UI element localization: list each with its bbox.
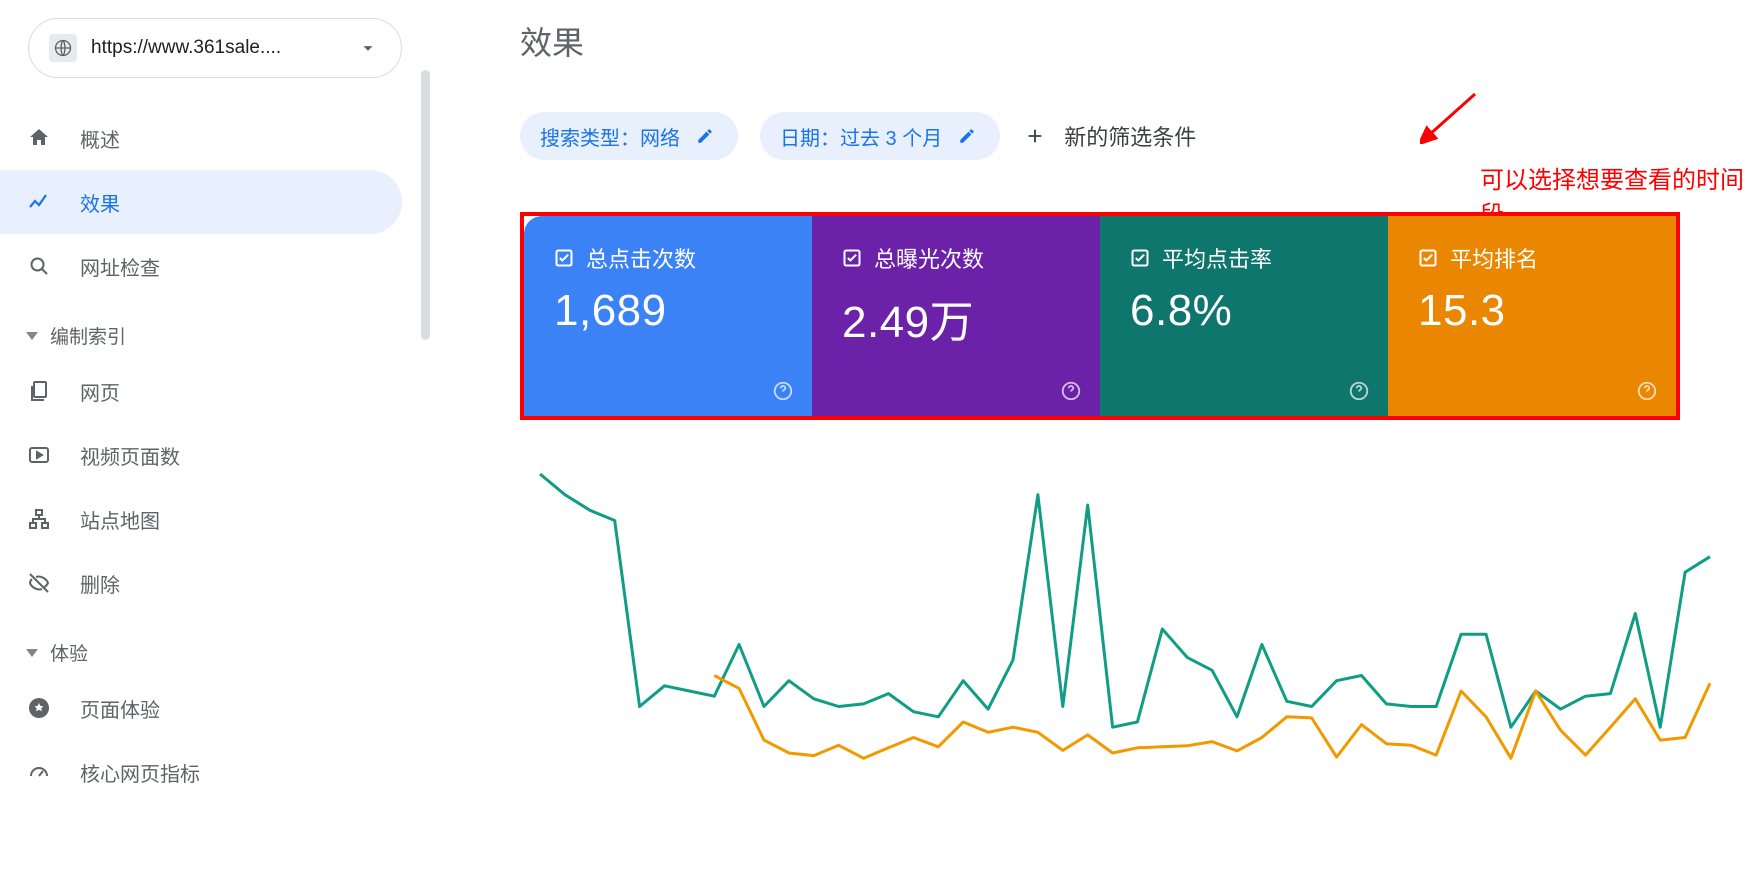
scrollbar[interactable] — [421, 70, 430, 340]
sitemap-icon — [26, 506, 52, 532]
pencil-icon — [692, 123, 718, 149]
nav-label: 视频页面数 — [80, 441, 180, 470]
nav-label: 页面体验 — [80, 694, 160, 723]
metric-ctr[interactable]: 平均点击率 6.8% — [1100, 216, 1388, 416]
nav-label: 网址检查 — [80, 252, 160, 281]
metric-label: 平均点击率 — [1162, 242, 1272, 274]
metric-label: 总点击次数 — [586, 242, 696, 274]
section-label: 体验 — [50, 639, 88, 666]
help-icon[interactable] — [1060, 380, 1082, 402]
nav-sitemaps[interactable]: 站点地图 — [0, 487, 402, 551]
metric-value: 1,689 — [554, 286, 782, 336]
page-icon — [26, 378, 52, 404]
nav-video[interactable]: 视频页面数 — [0, 423, 402, 487]
help-icon[interactable] — [772, 380, 794, 402]
pencil-icon — [954, 123, 980, 149]
nav-performance[interactable]: 效果 — [0, 170, 402, 234]
nav-removals[interactable]: 删除 — [0, 551, 402, 615]
filter-date[interactable]: 日期：过去 3 个月 — [760, 112, 1000, 160]
metric-position[interactable]: 平均排名 15.3 — [1388, 216, 1676, 416]
sidebar: https://www.361sale.... 概述 效果 — [0, 0, 430, 892]
chevron-down-icon — [355, 35, 381, 61]
metric-value: 15.3 — [1418, 286, 1646, 336]
metric-value: 6.8% — [1130, 286, 1358, 336]
nav-section-index[interactable]: 编制索引 — [0, 298, 402, 359]
section-label: 编制索引 — [50, 322, 126, 349]
nav: 概述 效果 网址检查 编制索引 — [0, 106, 430, 804]
performance-chart[interactable] — [520, 464, 1730, 794]
filter-bar: 搜索类型：网络 日期：过去 3 个月 新的筛选条件 — [520, 112, 1756, 160]
chart-line-icon — [26, 189, 52, 215]
nav-core-vitals[interactable]: 核心网页指标 — [0, 740, 402, 804]
metric-value: 2.49万 — [842, 286, 1070, 350]
nav-label: 删除 — [80, 569, 120, 598]
add-filter-button[interactable]: 新的筛选条件 — [1022, 120, 1196, 152]
video-icon — [26, 442, 52, 468]
help-icon[interactable] — [1348, 380, 1370, 402]
nav-label: 核心网页指标 — [80, 758, 200, 787]
page-title: 效果 — [520, 18, 1756, 64]
nav-section-experience[interactable]: 体验 — [0, 615, 402, 676]
metrics-highlight-box: 总点击次数 1,689 总曝光次数 2.49万 平均点击率 6.8% 平均排名 … — [520, 212, 1680, 420]
search-icon — [26, 253, 52, 279]
hide-icon — [26, 570, 52, 596]
metric-clicks[interactable]: 总点击次数 1,689 — [524, 216, 812, 416]
nav-label: 概述 — [80, 124, 120, 153]
metric-label: 平均排名 — [1450, 242, 1538, 274]
checkbox-icon — [554, 248, 574, 268]
chevron-down-icon — [26, 649, 38, 657]
metrics-row: 总点击次数 1,689 总曝光次数 2.49万 平均点击率 6.8% 平均排名 … — [524, 216, 1676, 416]
main-content: 效果 搜索类型：网络 日期：过去 3 个月 新的筛选条件 — [430, 0, 1756, 892]
chip-label: 日期：过去 3 个月 — [780, 122, 942, 151]
chevron-down-icon — [26, 332, 38, 340]
checkbox-icon — [842, 248, 862, 268]
star-circle-icon — [26, 695, 52, 721]
home-icon — [26, 125, 52, 151]
site-selector[interactable]: https://www.361sale.... — [28, 18, 402, 78]
nav-overview[interactable]: 概述 — [0, 106, 402, 170]
gauge-icon — [26, 759, 52, 785]
metric-impressions[interactable]: 总曝光次数 2.49万 — [812, 216, 1100, 416]
checkbox-icon — [1418, 248, 1438, 268]
nav-url-inspect[interactable]: 网址检查 — [0, 234, 402, 298]
globe-icon — [49, 34, 77, 62]
nav-label: 效果 — [80, 188, 120, 217]
site-url: https://www.361sale.... — [91, 37, 341, 59]
nav-page-experience[interactable]: 页面体验 — [0, 676, 402, 740]
filter-search-type[interactable]: 搜索类型：网络 — [520, 112, 738, 160]
chip-label: 搜索类型：网络 — [540, 122, 680, 151]
plus-icon — [1022, 123, 1048, 149]
nav-label: 站点地图 — [80, 505, 160, 534]
checkbox-icon — [1130, 248, 1150, 268]
nav-label: 网页 — [80, 377, 120, 406]
nav-pages[interactable]: 网页 — [0, 359, 402, 423]
add-filter-label: 新的筛选条件 — [1064, 120, 1196, 152]
metric-label: 总曝光次数 — [874, 242, 984, 274]
help-icon[interactable] — [1636, 380, 1658, 402]
